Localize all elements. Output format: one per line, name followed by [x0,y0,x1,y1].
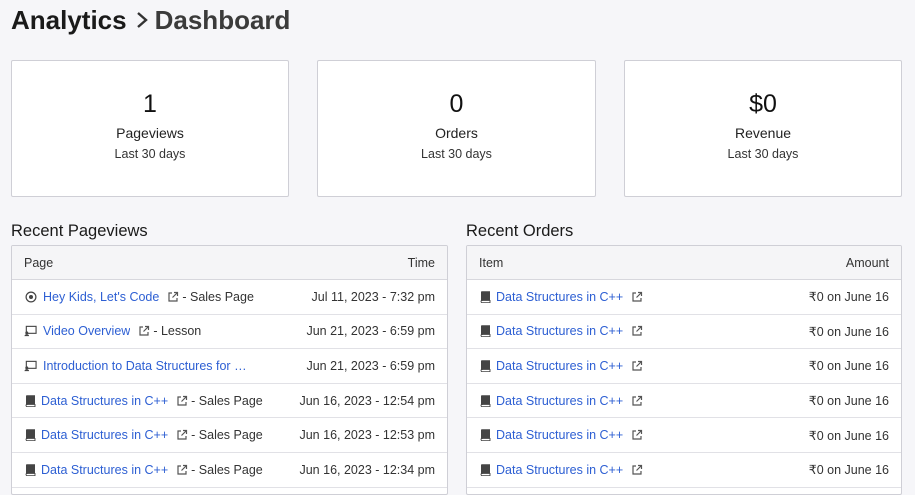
stat-value: 0 [449,90,464,118]
order-amount: ₹0 on June 16 [808,359,889,374]
order-amount: ₹0 on June 16 [808,394,889,409]
recent-orders-title: Recent Orders [466,222,574,240]
table-row: Introduction to Data Structures for Hi..… [12,349,447,384]
pageview-time: Jun 16, 2023 - 12:54 pm [299,393,435,408]
column-header-page: Page [24,255,54,270]
external-link-icon[interactable] [167,291,179,303]
book-icon [479,429,492,442]
pageview-time: Jun 16, 2023 - 12:53 pm [299,428,435,443]
stat-label: Revenue [734,125,792,141]
order-amount: ₹0 on June 16 [808,463,889,478]
stat-period: Last 30 days [727,147,799,161]
pageview-time: Jun 16, 2023 - 12:34 pm [299,462,435,477]
book-icon [479,394,492,407]
chevron-right-icon [135,11,149,29]
radio-target-icon [24,290,37,303]
external-link-icon[interactable] [176,429,188,441]
book-icon [479,325,492,338]
stat-period: Last 30 days [114,147,186,161]
recent-pageviews-title: Recent Pageviews [11,222,148,240]
order-amount: ₹0 on June 16 [808,428,889,443]
column-header-amount: Amount [845,255,889,270]
book-icon [24,429,37,442]
external-link-icon[interactable] [631,291,643,303]
table-row: Data Structures in C++ ₹0 on June 16 [467,453,901,488]
external-link-icon[interactable] [631,325,643,337]
order-item-link[interactable]: Data Structures in C++ [496,290,623,304]
book-icon [479,290,492,303]
stat-period: Last 30 days [421,147,492,161]
table-row: Data Structures in C++ ₹0 on June 16 [467,315,901,350]
page-link[interactable]: Hey Kids, Let's Code [43,290,159,304]
order-item-link[interactable]: Data Structures in C++ [496,394,623,408]
pageview-time: Jun 21, 2023 - 6:59 pm [306,358,435,373]
book-icon [479,463,492,476]
column-header-time: Time [407,255,435,270]
page-link[interactable]: Introduction to Data Structures for Hi..… [43,359,253,373]
page-type: - Sales Page [191,393,263,408]
page-type: - Sales Page [182,289,254,304]
breadcrumb-root[interactable]: Analytics [11,5,127,36]
table-row: Hey Kids, Let's Code - Sales Page Jul 11… [12,280,447,315]
table-row: Data Structures in C++ ₹0 on June 16 [467,349,901,384]
stat-card-revenue: $0 Revenue Last 30 days [624,60,902,197]
screen-lesson-icon [24,359,37,372]
stat-label: Pageviews [116,125,184,141]
table-row: Video Overview - Lesson Jun 21, 2023 - 6… [12,315,447,350]
stat-value: 1 [143,90,157,118]
page-link[interactable]: Video Overview [43,324,130,338]
recent-orders-table: Item Amount Data Structures in C++ ₹0 on… [466,245,902,495]
order-amount: ₹0 on June 16 [808,324,889,339]
book-icon [24,463,37,476]
table-row: Data Structures in C++ ₹0 on June 16 [467,384,901,419]
external-link-icon[interactable] [631,429,643,441]
book-icon [479,359,492,372]
page-type: - Lesson [153,324,202,339]
pageview-time: Jun 21, 2023 - 6:59 pm [306,324,435,339]
table-header: Item Amount [467,246,901,280]
external-link-icon[interactable] [138,325,150,337]
order-item-link[interactable]: Data Structures in C++ [496,359,623,373]
breadcrumb: Analytics Dashboard [11,4,290,36]
stat-label: Orders [435,125,478,141]
table-row: Data Structures in C++ - Sales Page Jun … [12,453,447,488]
order-amount: ₹0 on June 16 [808,290,889,305]
page-link[interactable]: Data Structures in C++ [41,463,168,477]
order-item-link[interactable]: Data Structures in C++ [496,463,623,477]
table-row: Data Structures in C++ - Sales Page Jun … [12,384,447,419]
recent-pageviews-table: Page Time Hey Kids, Let's Code - Sales P… [11,245,448,495]
page-type: - Sales Page [191,428,263,443]
order-item-link[interactable]: Data Structures in C++ [496,428,623,442]
pageview-time: Jul 11, 2023 - 7:32 pm [311,289,435,304]
page-link[interactable]: Data Structures in C++ [41,394,168,408]
screen-lesson-icon [24,325,37,338]
external-link-icon[interactable] [176,395,188,407]
stat-value: $0 [749,90,777,118]
external-link-icon[interactable] [176,464,188,476]
external-link-icon[interactable] [631,395,643,407]
order-item-link[interactable]: Data Structures in C++ [496,324,623,338]
table-header: Page Time [12,246,447,280]
page-link[interactable]: Data Structures in C++ [41,428,168,442]
stat-card-orders: 0 Orders Last 30 days [317,60,596,197]
external-link-icon[interactable] [631,360,643,372]
book-icon [24,394,37,407]
page-type: - Sales Page [191,462,263,477]
column-header-item: Item [479,255,504,270]
stat-card-pageviews: 1 Pageviews Last 30 days [11,60,289,197]
table-row: Data Structures in C++ - Sales Page Jun … [12,418,447,453]
table-row: Data Structures in C++ ₹0 on June 16 [467,280,901,315]
page-title: Dashboard [154,4,291,35]
table-row: Data Structures in C++ ₹0 on June 16 [467,418,901,453]
external-link-icon[interactable] [631,464,643,476]
